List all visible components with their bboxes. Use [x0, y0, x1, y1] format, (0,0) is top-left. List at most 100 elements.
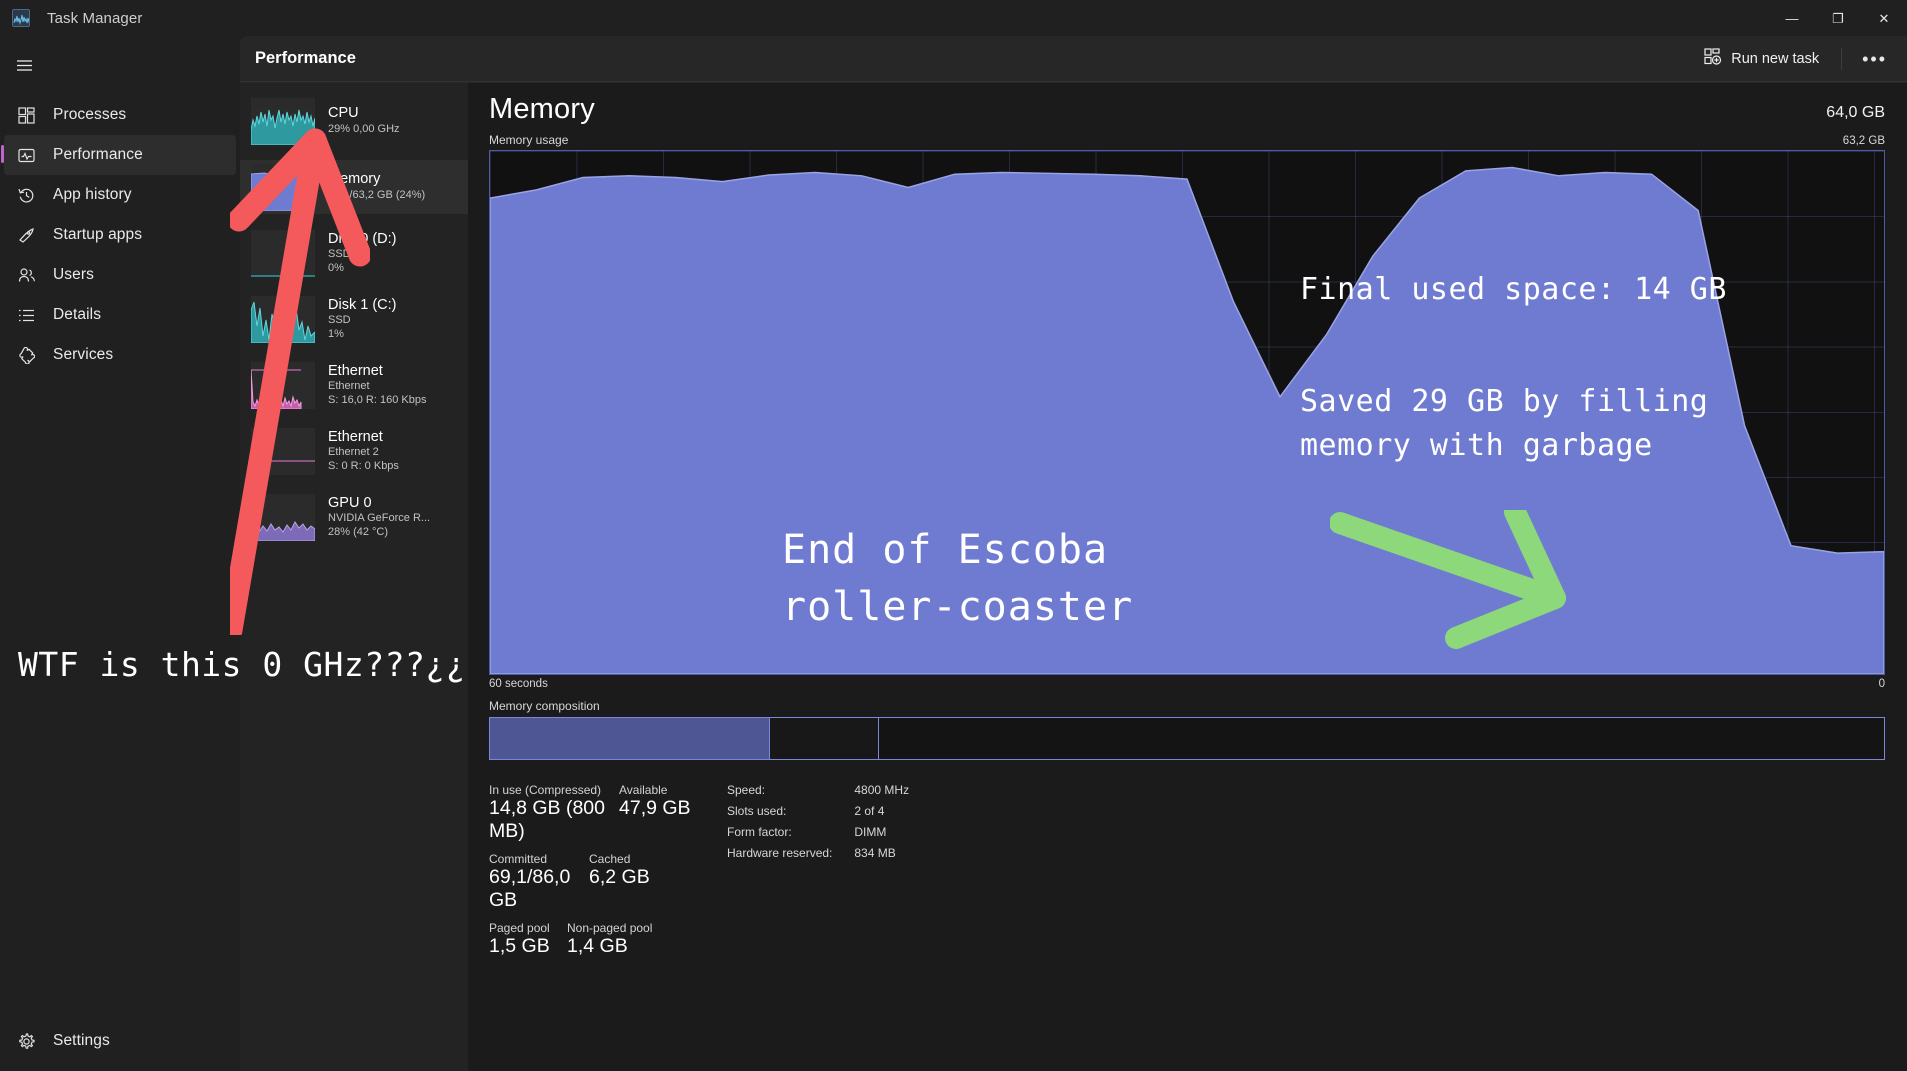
sidebar-item-users[interactable]: Users [4, 255, 236, 295]
sidebar-item-app-history[interactable]: App history [4, 175, 236, 215]
resource-item-text: Ethernet Ethernet S: 16,0 R: 160 Kbps [328, 363, 426, 408]
paged-pool-value: 1,5 GB [489, 935, 550, 957]
hardware-reserved-label: Hardware reserved: [727, 846, 833, 860]
resource-detail-1: 29% 0,00 GHz [328, 123, 400, 136]
non-paged-pool-value: 1,4 GB [567, 935, 628, 957]
resource-detail-1: NVIDIA GeForce R... [328, 512, 431, 525]
committed-value: 69,1/86,0 GB [489, 866, 571, 911]
resource-detail-1: SSD [328, 314, 351, 327]
new-task-icon [1704, 48, 1722, 70]
sidebar-item-label: Processes [53, 106, 127, 123]
sidebar-item-label: Startup apps [53, 226, 143, 243]
sidebar-item-services[interactable]: Services [4, 335, 236, 375]
performance-icon [18, 147, 48, 164]
sidebar-item-label: Services [53, 346, 114, 363]
ethernet2-mini-graph [251, 427, 315, 475]
sidebar-item-settings[interactable]: Settings [0, 1021, 240, 1061]
resource-detail-1: SSD [328, 248, 351, 261]
in-use-value: 14,8 GB (800 MB) [489, 797, 605, 842]
title-bar: Task Manager — ❐ ✕ [0, 0, 1907, 36]
memory-hardware-info: Speed: 4800 MHz Slots used: 2 of 4 Form … [727, 783, 909, 967]
users-icon [18, 267, 48, 284]
chart-time-axis: 60 seconds 0 [489, 678, 1885, 690]
hardware-reserved-value: 834 MB [854, 846, 896, 860]
close-button[interactable]: ✕ [1861, 0, 1907, 36]
memory-title: Memory [489, 93, 595, 125]
run-new-task-button[interactable]: Run new task [1694, 42, 1829, 76]
stat-value-row-1: 14,8 GB (800 MB) 47,9 GB [489, 797, 714, 843]
sidebar-settings-row[interactable]: Settings [4, 1021, 236, 1061]
services-icon [18, 346, 48, 364]
memory-usage-label: Memory usage [489, 133, 569, 147]
sidebar-item-details[interactable]: Details [4, 295, 236, 335]
resource-detail-2: S: 16,0 R: 160 Kbps [328, 393, 427, 406]
resource-detail-2: 0% [328, 261, 344, 274]
stat-label-row-3: Paged pool Non-paged pool [489, 921, 714, 935]
resource-item-text: Memory 15,1/63,2 GB (24%) [328, 171, 425, 202]
resource-item-gpu-0[interactable]: GPU 0 NVIDIA GeForce R... 28% (42 °C) [240, 490, 468, 544]
resource-name: Ethernet [328, 362, 383, 379]
disk0-mini-graph [251, 229, 315, 277]
resource-name: Disk 0 (D:) [328, 230, 397, 247]
resource-item-disk-0[interactable]: Disk 0 (D:) SSD 0% [240, 226, 468, 280]
resource-name: CPU [328, 105, 359, 122]
sidebar-item-label: Details [53, 306, 102, 323]
resource-item-memory[interactable]: Memory 15,1/63,2 GB (24%) [240, 160, 468, 214]
stat-value-row-2: 69,1/86,0 GB 6,2 GB [489, 866, 714, 912]
memory-detail-panel: Memory 64,0 GB Memory usage 63,2 GB 60 s… [468, 83, 1907, 1071]
sidebar-item-processes[interactable]: Processes [4, 95, 236, 135]
slots-used-value: 2 of 4 [854, 804, 885, 818]
content-header: Performance Run new task ••• [240, 36, 1907, 82]
resource-item-disk-1[interactable]: Disk 1 (C:) SSD 1% [240, 292, 468, 346]
speed-label: Speed: [727, 783, 766, 797]
chart-axis-zero: 0 [1878, 678, 1885, 690]
resource-name: Ethernet [328, 428, 383, 445]
slots-used-label: Slots used: [727, 804, 787, 818]
task-manager-window: Task Manager — ❐ ✕ Processes Performance… [0, 0, 1907, 1071]
stat-value-row-3: 1,5 GB 1,4 GB [489, 935, 714, 958]
memory-usage-header: Memory usage 63,2 GB [489, 133, 1885, 147]
maximize-button[interactable]: ❐ [1815, 0, 1861, 36]
sidebar-item-label: Performance [53, 146, 143, 163]
resource-name: GPU 0 [328, 494, 372, 511]
task-manager-icon [12, 9, 30, 27]
sidebar-item-startup-apps[interactable]: Startup apps [4, 215, 236, 255]
memory-composition-label: Memory composition [489, 699, 600, 713]
resource-item-ethernet[interactable]: Ethernet Ethernet S: 16,0 R: 160 Kbps [240, 358, 468, 412]
resource-item-text: CPU 29% 0,00 GHz [328, 105, 400, 136]
hardware-info-table: Speed: 4800 MHz Slots used: 2 of 4 Form … [727, 783, 909, 867]
resource-item-ethernet-2[interactable]: Ethernet Ethernet 2 S: 0 R: 0 Kbps [240, 424, 468, 478]
resource-item-cpu[interactable]: CPU 29% 0,00 GHz [240, 94, 468, 148]
minimize-button[interactable]: — [1769, 0, 1815, 36]
table-row: Speed: 4800 MHz [727, 783, 909, 804]
more-options-button[interactable]: ••• [1854, 49, 1895, 70]
memory-composition-bar[interactable] [489, 717, 1885, 760]
list-icon [18, 307, 48, 324]
resource-item-text: Disk 1 (C:) SSD 1% [328, 297, 396, 342]
history-icon [18, 187, 48, 204]
hamburger-menu-icon[interactable] [0, 45, 48, 85]
disk1-mini-graph [251, 295, 315, 343]
memory-total-capacity: 64,0 GB [1826, 104, 1885, 121]
memory-header: Memory 64,0 GB [489, 93, 1885, 126]
resource-name: Memory [328, 171, 381, 188]
resource-detail-2: S: 0 R: 0 Kbps [328, 459, 399, 472]
paged-pool-label: Paged pool [489, 921, 550, 935]
resource-detail-1: Ethernet [328, 380, 370, 393]
gear-icon [18, 1032, 48, 1050]
sidebar-nav-list: Processes Performance App history Startu… [0, 95, 240, 375]
table-row: Slots used: 2 of 4 [727, 804, 909, 825]
stat-label-row-1: In use (Compressed) Available [489, 783, 714, 797]
in-use-label: In use (Compressed) [489, 783, 602, 797]
stat-label-row-2: Committed Cached [489, 852, 714, 866]
sidebar-item-performance[interactable]: Performance [1, 135, 236, 175]
memory-graph-max: 63,2 GB [1842, 135, 1885, 147]
resource-item-text: Ethernet Ethernet 2 S: 0 R: 0 Kbps [328, 429, 399, 474]
resource-item-text: GPU 0 NVIDIA GeForce R... 28% (42 °C) [328, 495, 430, 540]
window-controls: — ❐ ✕ [1769, 0, 1907, 36]
cpu-mini-graph [251, 97, 315, 145]
memory-stats-left: In use (Compressed) Available 14,8 GB (8… [489, 783, 714, 967]
resource-item-text: Disk 0 (D:) SSD 0% [328, 231, 396, 276]
ethernet-mini-graph [251, 361, 315, 409]
table-row: Form factor: DIMM [727, 825, 909, 846]
